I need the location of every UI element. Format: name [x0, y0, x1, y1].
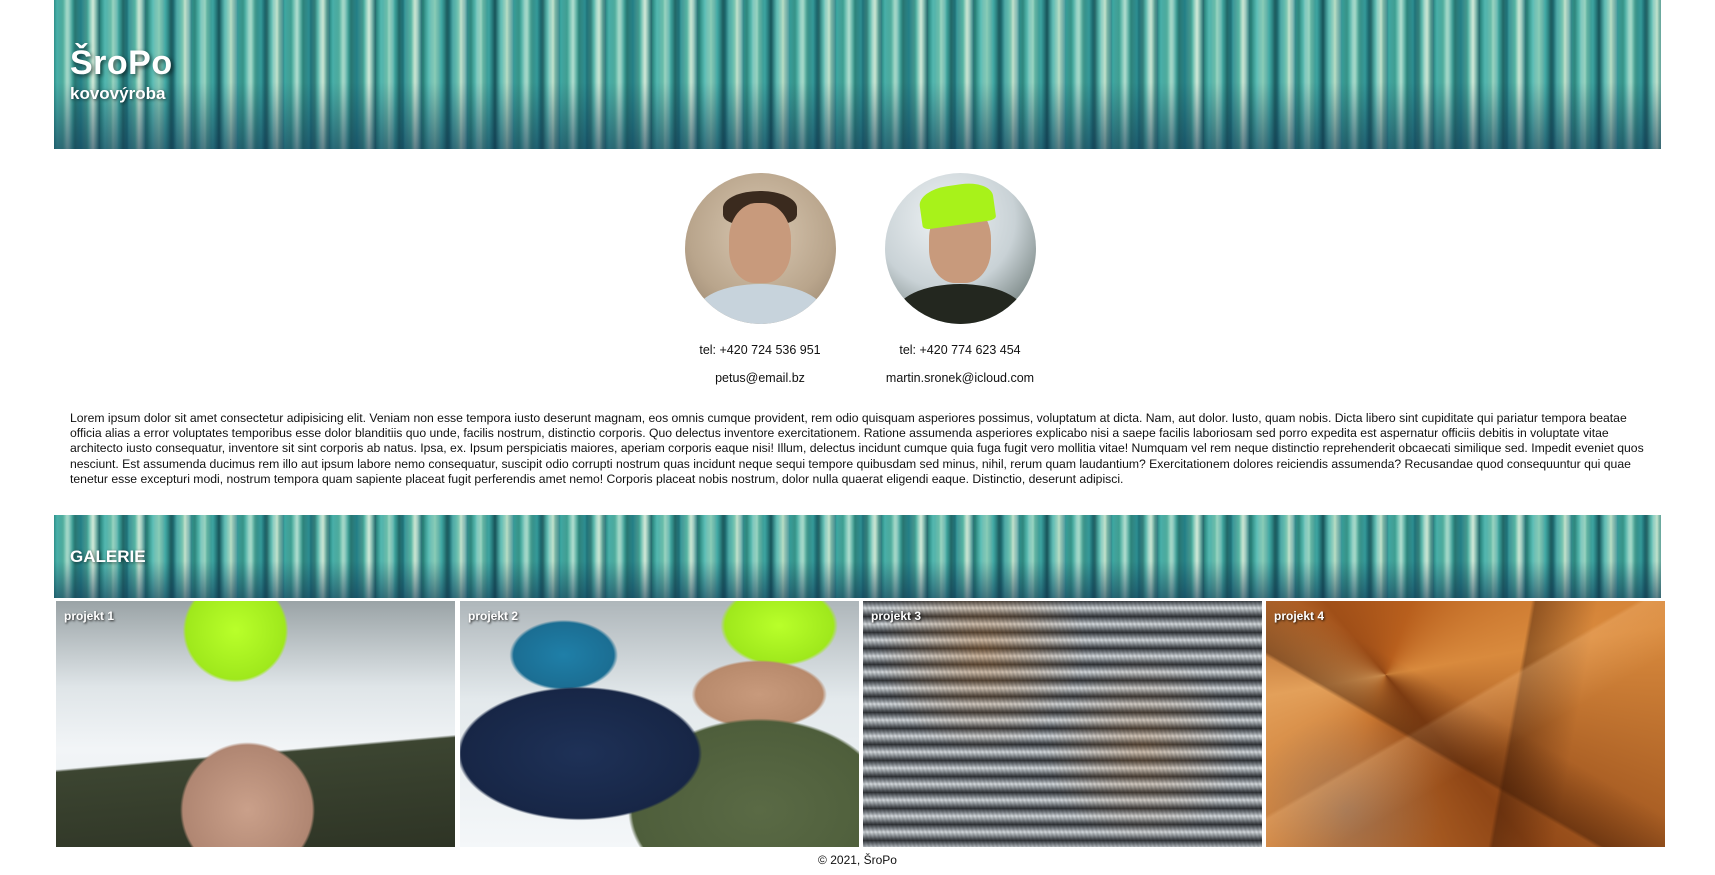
gallery-item-label: projekt 4 [1274, 609, 1325, 623]
gallery-header: GALERIE [54, 515, 1661, 598]
site-title: ŠroPo [70, 44, 173, 82]
contact-phone[interactable]: tel: +420 724 536 951 [660, 343, 860, 357]
avatar [884, 173, 1036, 324]
gallery-title: GALERIE [70, 547, 146, 566]
contact-email[interactable]: martin.sronek@icloud.com [860, 371, 1060, 385]
gallery-item-projekt-2[interactable]: projekt 2 [460, 601, 859, 847]
gallery-item-projekt-1[interactable]: projekt 1 [56, 601, 455, 847]
contact-email[interactable]: petus@email.bz [660, 371, 860, 385]
gallery-item-label: projekt 2 [468, 609, 519, 623]
gallery-item-label: projekt 3 [871, 609, 922, 623]
footer-copyright: © 2021, ŠroPo [818, 853, 897, 867]
avatar [684, 173, 836, 324]
contact-card-2: tel: +420 774 623 454 martin.sronek@iclo… [860, 173, 1060, 385]
contact-phone[interactable]: tel: +420 774 623 454 [860, 343, 1060, 357]
site-header: ŠroPo kovovýroba [54, 0, 1661, 149]
intro-text: Lorem ipsum dolor sit amet consectetur a… [70, 411, 1644, 486]
gallery-item-projekt-3[interactable]: projekt 3 [863, 601, 1262, 847]
gallery-item-projekt-4[interactable]: projekt 4 [1266, 601, 1665, 847]
contact-card-1: tel: +420 724 536 951 petus@email.bz [660, 173, 860, 385]
gallery-item-label: projekt 1 [64, 609, 115, 623]
site-subtitle: kovovýroba [70, 84, 166, 103]
